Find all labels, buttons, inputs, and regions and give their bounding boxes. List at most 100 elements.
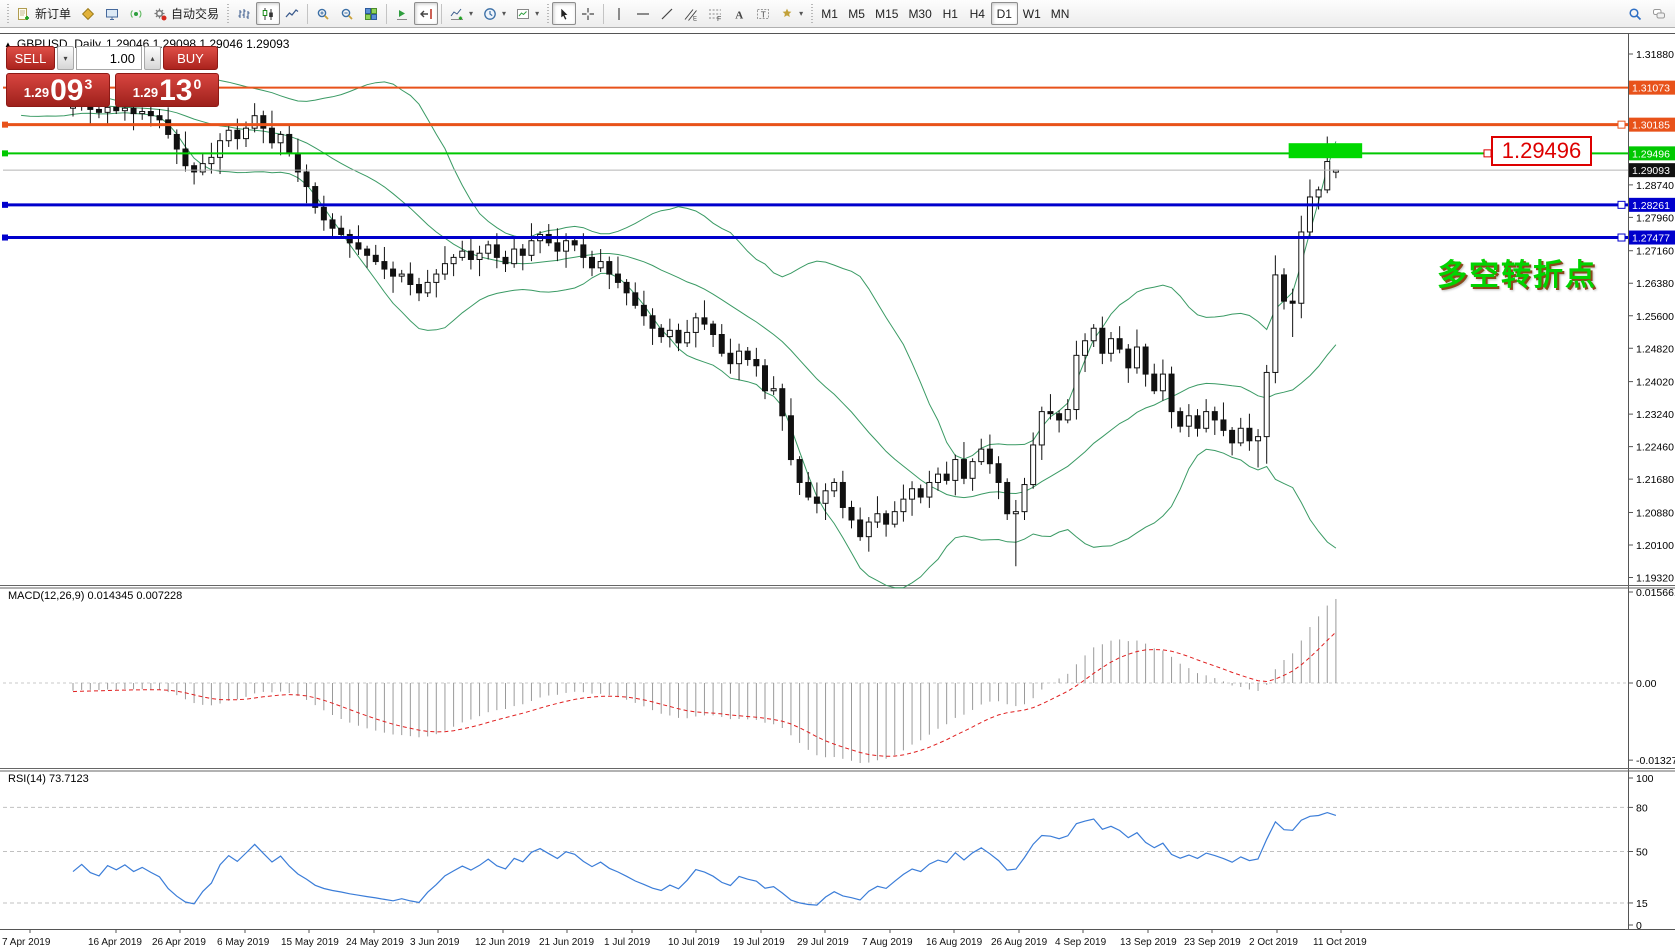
candles-icon <box>261 7 275 21</box>
cursor-button[interactable] <box>552 2 576 25</box>
svg-text:E: E <box>693 16 697 21</box>
templates-button[interactable]: ▾ <box>511 2 544 25</box>
buy-price-button[interactable]: 1.29 13 0 <box>115 73 219 107</box>
shapes-icon <box>780 7 794 21</box>
chevron-down-icon: ▾ <box>469 9 473 18</box>
line-chart-button[interactable] <box>280 2 304 25</box>
timeframe-h1-button[interactable]: H1 <box>937 2 964 25</box>
macd-indicator-label: MACD(12,26,9) 0.014345 0.007228 <box>8 590 182 602</box>
new-order-button[interactable]: 新订单 <box>12 2 76 25</box>
chart-canvas[interactable]: 1.318801.302201.287401.279601.271601.263… <box>0 0 1675 950</box>
chevron-down-icon: ▾ <box>799 9 803 18</box>
svg-text:1.28261: 1.28261 <box>1632 200 1670 212</box>
toolbar-separator <box>386 4 387 24</box>
svg-text:7 Aug 2019: 7 Aug 2019 <box>862 937 913 948</box>
svg-text:0.00: 0.00 <box>1636 678 1657 690</box>
svg-text:A: A <box>735 9 743 21</box>
sell-price-pip: 3 <box>84 76 92 92</box>
svg-text:1.24020: 1.24020 <box>1636 377 1674 389</box>
chart-shift-button[interactable] <box>414 2 438 25</box>
fibonacci-button[interactable]: F <box>703 2 727 25</box>
bar-chart-button[interactable] <box>232 2 256 25</box>
trendline-button[interactable] <box>655 2 679 25</box>
linechart-icon <box>285 7 299 21</box>
toolbar-separator <box>603 4 604 24</box>
toolbar-button-label: M15 <box>875 7 898 21</box>
svg-text:24 May 2019: 24 May 2019 <box>346 937 404 948</box>
svg-text:1.21680: 1.21680 <box>1636 474 1674 486</box>
vertical-line-button[interactable] <box>607 2 631 25</box>
sell-price-button[interactable]: 1.29 09 3 <box>6 73 110 107</box>
bars-icon <box>237 7 251 21</box>
svg-text:1.20100: 1.20100 <box>1636 540 1674 552</box>
buy-price-big: 13 <box>159 77 192 104</box>
signals-button[interactable] <box>124 2 148 25</box>
buy-button[interactable]: BUY <box>163 46 218 70</box>
tile-windows-button[interactable] <box>359 2 383 25</box>
vline-icon <box>612 7 626 21</box>
zoomout-icon <box>340 7 354 21</box>
autotrade-button[interactable]: 自动交易 <box>148 2 224 25</box>
timeframe-w1-button[interactable]: W1 <box>1018 2 1046 25</box>
zoom-in-button[interactable] <box>311 2 335 25</box>
label-button[interactable]: T <box>751 2 775 25</box>
template-icon <box>516 7 530 21</box>
hline-icon <box>636 7 650 21</box>
svg-text:50: 50 <box>1636 847 1648 859</box>
text-button[interactable]: A <box>727 2 751 25</box>
crosshair-button[interactable] <box>576 2 600 25</box>
svg-text:15 May 2019: 15 May 2019 <box>281 937 339 948</box>
pivot-annotation-text: 多空转折点 <box>1437 250 1597 294</box>
toolbar-button-label: 自动交易 <box>171 5 219 22</box>
svg-text:1.27160: 1.27160 <box>1636 246 1674 258</box>
svg-text:-0.013276: -0.013276 <box>1636 755 1675 767</box>
zoom-out-button[interactable] <box>335 2 359 25</box>
textA-icon: A <box>732 7 746 21</box>
autoscroll-icon <box>395 7 409 21</box>
svg-text:1.24820: 1.24820 <box>1636 343 1674 355</box>
svg-text:3 Jun 2019: 3 Jun 2019 <box>410 937 460 948</box>
candlestick-chart-button[interactable] <box>256 2 280 25</box>
toolbar-button-label: W1 <box>1023 7 1041 21</box>
timeframe-m1-button[interactable]: M1 <box>816 2 843 25</box>
search-icon <box>1628 7 1642 21</box>
timeframe-m15-button[interactable]: M15 <box>870 2 903 25</box>
arrows-button[interactable]: ▾ <box>775 2 808 25</box>
volume-decrease-button[interactable]: ▾ <box>57 46 74 70</box>
volume-input[interactable] <box>76 46 142 70</box>
timeframe-mn-button[interactable]: MN <box>1046 2 1075 25</box>
toolbar-grip <box>547 4 549 24</box>
svg-text:10 Jul 2019: 10 Jul 2019 <box>668 937 720 948</box>
clock-icon <box>483 7 497 21</box>
equidistant-channel-button[interactable]: E <box>679 2 703 25</box>
svg-text:11 Oct 2019: 11 Oct 2019 <box>1313 937 1367 948</box>
chat-button[interactable] <box>1647 2 1671 25</box>
timeframe-m5-button[interactable]: M5 <box>843 2 870 25</box>
svg-text:1.23240: 1.23240 <box>1636 409 1674 421</box>
toolbar-grip <box>227 4 229 24</box>
timeframe-h4-button[interactable]: H4 <box>964 2 991 25</box>
toolbar-button-label: H4 <box>970 7 985 21</box>
trend-icon <box>660 7 674 21</box>
horizontal-line-button[interactable] <box>631 2 655 25</box>
indicators-button[interactable]: ▾ <box>445 2 478 25</box>
svg-text:1.27477: 1.27477 <box>1632 233 1670 245</box>
sell-button[interactable]: SELL <box>6 46 55 70</box>
toolbar-separator <box>441 4 442 24</box>
price-callout-box[interactable]: 1.29496 <box>1491 136 1592 166</box>
buy-price-pip: 0 <box>193 76 201 92</box>
timeframe-m30-button[interactable]: M30 <box>903 2 936 25</box>
auto-scroll-button[interactable] <box>390 2 414 25</box>
volume-increase-button[interactable]: ▴ <box>144 46 161 70</box>
timeframe-d1-button[interactable]: D1 <box>991 2 1018 25</box>
terminal-button[interactable] <box>100 2 124 25</box>
search-button[interactable] <box>1623 2 1647 25</box>
svg-text:1.19320: 1.19320 <box>1636 573 1674 585</box>
channel-icon: E <box>684 7 698 21</box>
periods-button[interactable]: ▾ <box>478 2 511 25</box>
chart-profile-button[interactable] <box>76 2 100 25</box>
svg-text:21 Jun 2019: 21 Jun 2019 <box>539 937 594 948</box>
toolbar-button-label: D1 <box>997 7 1012 21</box>
toolbar-button-label: M30 <box>908 7 931 21</box>
svg-text:0.015661: 0.015661 <box>1636 587 1675 599</box>
